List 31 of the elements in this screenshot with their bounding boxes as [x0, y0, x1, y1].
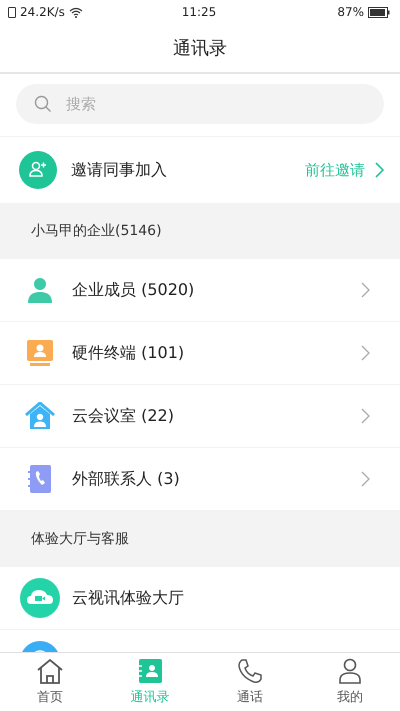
tab[interactable]: 首页 — [0, 653, 100, 711]
cloud-video-icon — [20, 578, 60, 618]
search-field[interactable]: 搜索 — [64, 94, 366, 114]
person-icon — [338, 658, 362, 684]
chevron-icon — [375, 162, 384, 178]
battery-icon — [368, 6, 390, 18]
list-item[interactable]: 企业成员 (5020) — [0, 259, 400, 322]
search-icon — [34, 95, 52, 113]
section-header: 体验大厅与客服 — [0, 511, 400, 567]
item-label: 硬件终端 (101) — [72, 342, 186, 364]
page-title: 通讯录 — [173, 37, 227, 60]
phone-icon — [237, 658, 263, 684]
battery-percent: 87% — [337, 5, 364, 19]
home-icon — [36, 658, 64, 684]
item-label: 云会议室 (22) — [72, 406, 175, 426]
network-speed: 24.2K/s — [20, 5, 65, 19]
tab[interactable]: 我的 — [300, 653, 400, 711]
item-label: 外部联系人 (3) — [72, 468, 181, 490]
wifi-icon — [68, 6, 83, 18]
contacts-icon — [137, 658, 163, 684]
add-person-icon — [19, 151, 57, 189]
list-item[interactable]: 云视讯体验大厅 — [0, 567, 400, 630]
list-item[interactable]: 硬件终端 (101) — [0, 322, 400, 385]
search-bar[interactable]: 搜索 — [16, 84, 384, 124]
list-item[interactable]: 云会议室 (22) — [0, 385, 400, 448]
item-label: 企业成员 (5020) — [72, 280, 196, 300]
tab[interactable]: 通话 — [200, 653, 300, 711]
section-header: 小马甲的企业(5146) — [0, 203, 400, 259]
item-label: 云视讯体验大厅 — [72, 588, 185, 608]
clock: 11:25 — [182, 5, 216, 19]
invite-label: 邀请同事加入 — [71, 160, 168, 180]
